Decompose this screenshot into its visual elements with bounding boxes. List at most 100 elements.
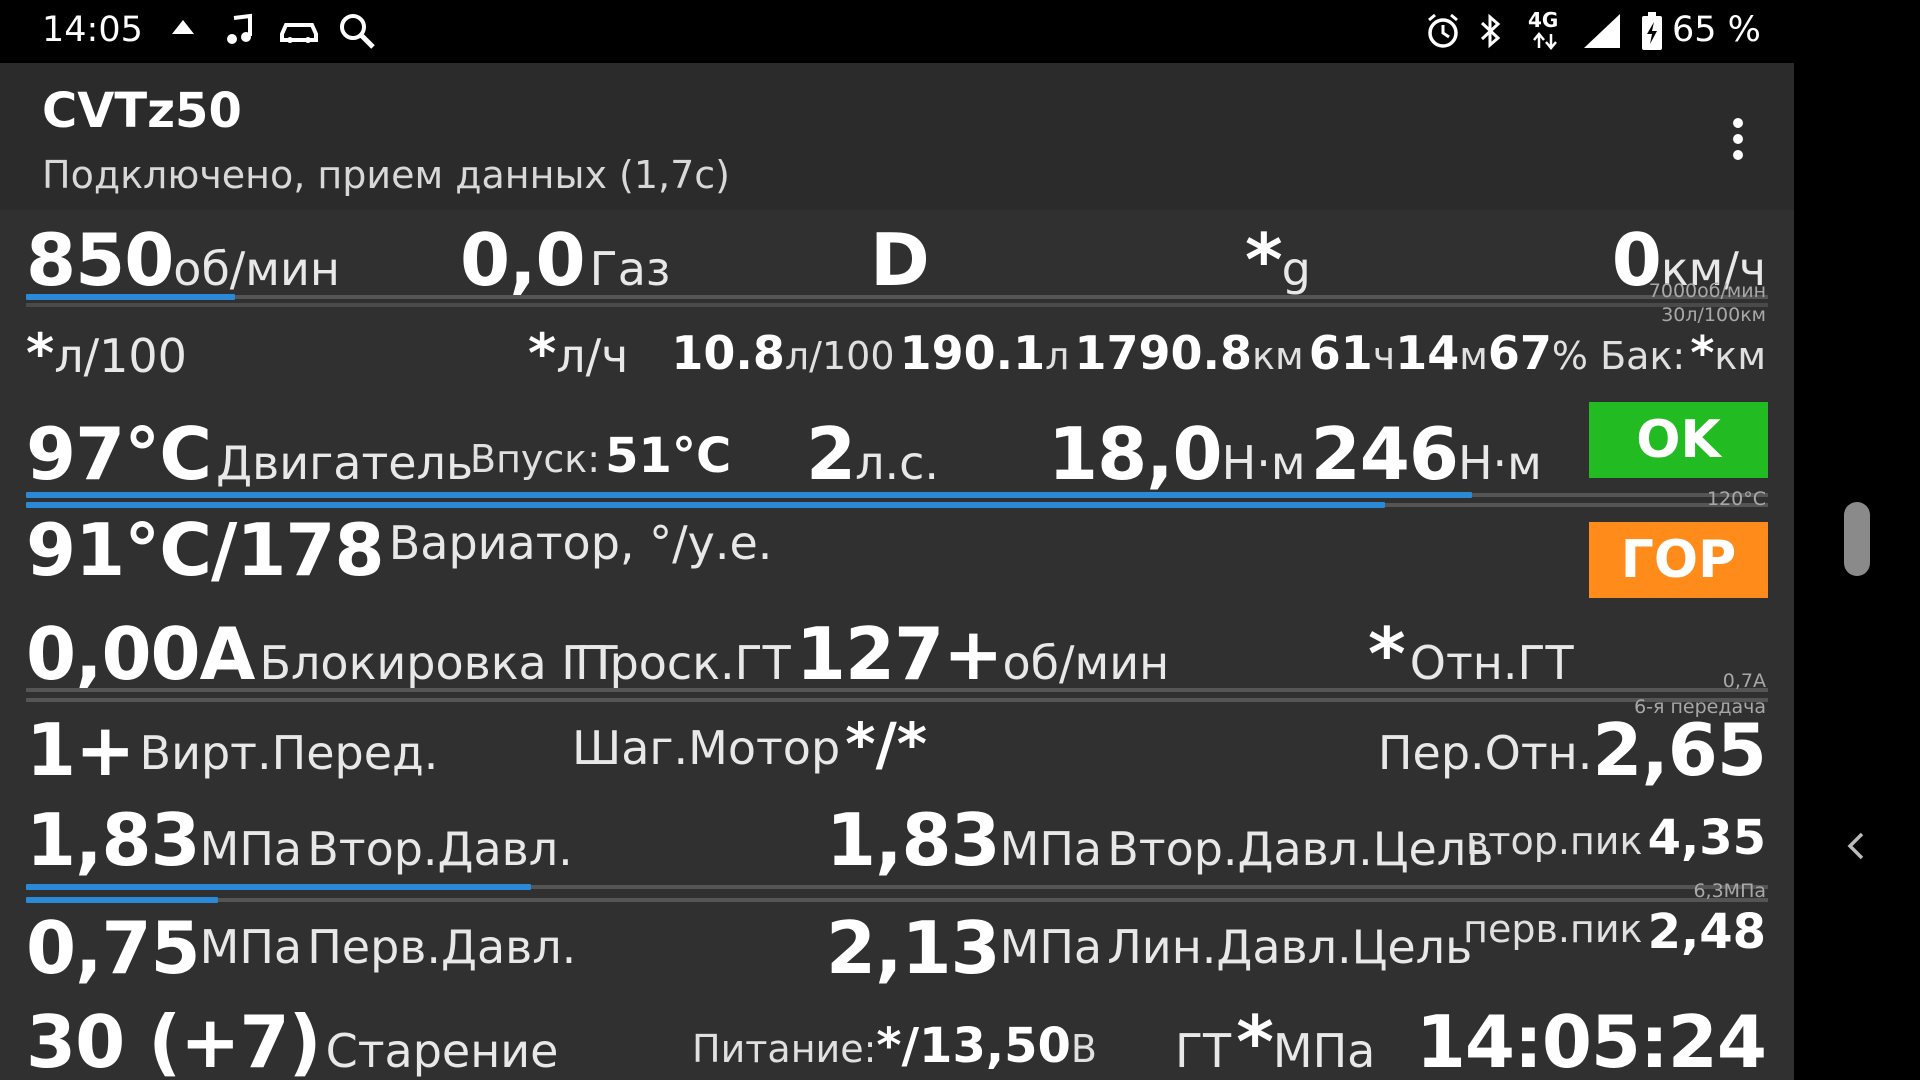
throttle-label: Газ — [589, 242, 671, 296]
distance-value: 1790.8 — [1074, 326, 1253, 380]
intake-label: Впуск: — [470, 437, 601, 481]
cvt-temperature: 91°C/178 Вариатор, °/у.е. — [26, 508, 772, 592]
distance-unit: км — [1252, 334, 1304, 378]
lockup-value: 0,00A — [26, 612, 255, 696]
aging-value: 30 (+7) — [26, 1000, 321, 1080]
primary-peak: перв.пик 2,48 — [1463, 904, 1766, 960]
pulley-ratio: Пер.Отн.2,65 — [1378, 708, 1767, 792]
consumption-scale-label: 30л/100км — [1661, 304, 1766, 326]
torque-unit: Н·м — [1221, 436, 1306, 490]
primary-peak-label: перв.пик — [1463, 907, 1643, 951]
secondary-peak: втор.пик 4,35 — [1466, 810, 1766, 866]
engine-rpm-unit: об/мин — [173, 242, 340, 296]
temp-scale-label: 120°C — [1706, 488, 1766, 510]
rpm-bar-track — [26, 295, 1768, 299]
engine-temp-value: 97°C — [26, 412, 212, 496]
tc-ratio: * Отн.ГТ — [1368, 612, 1574, 696]
engine-temperature: 97°C Двигатель — [26, 412, 473, 496]
virtual-gear-value: 1+ — [26, 708, 135, 792]
tc-slip-unit: об/мин — [1002, 636, 1170, 690]
secondary-pressure-target: 1,83МПа Втор.Давл.Цель — [826, 798, 1493, 882]
tc-slip: Проск.ГТ 127+об/мин — [575, 612, 1169, 696]
tank-level-unit: % Бак: — [1551, 334, 1686, 378]
trip-minutes-unit: м — [1459, 334, 1488, 378]
engine-torque: 18,0Н·м 246Н·м — [1048, 412, 1542, 496]
primary-pressure-value: 0,75 — [26, 906, 201, 990]
pulley-ratio-value: 2,65 — [1592, 708, 1767, 792]
g-force: *g — [1245, 218, 1311, 302]
primary-bar-fill — [26, 897, 218, 903]
tc-pressure-label: ГТ — [1175, 1024, 1232, 1078]
intake-value: 51°C — [605, 428, 732, 484]
status-hot-badge: ГОР — [1589, 522, 1768, 598]
music-icon — [222, 12, 258, 52]
trip-hours-unit: ч — [1372, 334, 1396, 378]
g-force-unit: g — [1281, 242, 1311, 296]
line-pressure-target: 2,13МПа Лин.Давл.Цель — [826, 906, 1472, 990]
secondary-pressure-value: 1,83 — [26, 798, 201, 882]
lockup-bar-track — [26, 688, 1768, 692]
engine-power: 2л.с. — [806, 412, 939, 496]
avg-consumption-value: 10.8 — [671, 326, 785, 380]
intake-temperature: Впуск: 51°C — [470, 428, 731, 484]
lockup-current: 0,00A Блокировка ГТ — [26, 612, 617, 696]
secondary-peak-label: втор.пик — [1465, 819, 1643, 863]
avg-consumption-unit: л/100 — [784, 334, 895, 378]
scroll-handle[interactable] — [1844, 502, 1870, 576]
primary-pressure-label: Перв.Давл. — [307, 920, 577, 974]
app-title: CVTz50 — [42, 83, 242, 139]
navigation-arrow-icon — [170, 14, 196, 48]
data-arrows-icon — [1530, 32, 1560, 54]
engine-rpm: 850об/мин — [26, 218, 340, 302]
status-bar: 14:05 4G 65 % — [0, 0, 1794, 63]
signal-strength-icon — [1582, 12, 1622, 54]
alarm-icon — [1425, 12, 1461, 54]
aging-label: Старение — [325, 1024, 559, 1078]
virtual-gear-label: Вирт.Перед. — [139, 726, 439, 780]
battery-percent: 65 % — [1672, 10, 1761, 50]
tc-pressure-value: * — [1236, 1000, 1274, 1080]
tc-slip-label: Проск.ГТ — [575, 636, 791, 690]
secondary-target-value: 1,83 — [826, 798, 1001, 882]
power-value: 2 — [806, 412, 856, 496]
tank-level-value: 67 — [1487, 326, 1552, 380]
power-unit: л.с. — [855, 436, 940, 490]
gear-bar-track — [26, 698, 1768, 702]
hourly-consumption-value: * — [528, 322, 557, 385]
lockup-scale-label: 0,7A — [1722, 670, 1766, 692]
supply-value: */13,50 — [876, 1018, 1071, 1074]
torque-max-unit: Н·м — [1457, 436, 1542, 490]
instant-consumption-unit: л/100 — [54, 329, 187, 383]
chevron-left-icon[interactable] — [1840, 828, 1870, 868]
fuel-used-unit: л — [1045, 334, 1070, 378]
primary-pressure: 0,75МПа Перв.Давл. — [26, 906, 576, 990]
secondary-target-unit: МПа — [999, 822, 1103, 876]
line-target-unit: МПа — [999, 920, 1103, 974]
status-ok-badge: OK — [1589, 402, 1768, 478]
line-target-label: Лин.Давл.Цель — [1107, 920, 1473, 974]
tc-ratio-label: Отн.ГТ — [1409, 636, 1574, 690]
secondary-peak-value: 4,35 — [1647, 810, 1766, 866]
connection-status: Подключено, прием данных (1,7с) — [42, 153, 730, 197]
network-type-label: 4G — [1528, 8, 1559, 32]
line-target-value: 2,13 — [826, 906, 1001, 990]
fluid-aging: 30 (+7) Старение — [26, 1000, 558, 1080]
supply-unit: В — [1070, 1027, 1097, 1071]
status-time: 14:05 — [42, 10, 143, 50]
hourly-consumption-unit: л/ч — [556, 329, 629, 383]
stepper-motor: Шаг.Мотор */* — [572, 710, 927, 778]
telemetry-panel: 850об/мин 0,0 Газ D *g 0км/ч 7000об/мин … — [0, 210, 1794, 1080]
bluetooth-icon — [1478, 12, 1504, 54]
trip-summary: 10.8л/100 190.1л 1790.8км 61ч14м67% Бак:… — [671, 326, 1766, 380]
search-icon — [338, 12, 376, 54]
car-icon — [278, 16, 320, 50]
side-navigation-strip — [1794, 0, 1920, 1080]
throttle-value: 0,0 — [460, 218, 586, 302]
engine-rpm-value: 850 — [26, 218, 174, 302]
torque-value: 18,0 — [1048, 412, 1223, 496]
overflow-menu-icon[interactable] — [1710, 111, 1766, 167]
secondary-pressure-unit: МПа — [199, 822, 303, 876]
cvt-temp-label: Вариатор, °/у.е. — [388, 516, 773, 570]
range-unit: км — [1714, 334, 1766, 378]
clock: 14:05:24 — [1415, 1000, 1767, 1080]
